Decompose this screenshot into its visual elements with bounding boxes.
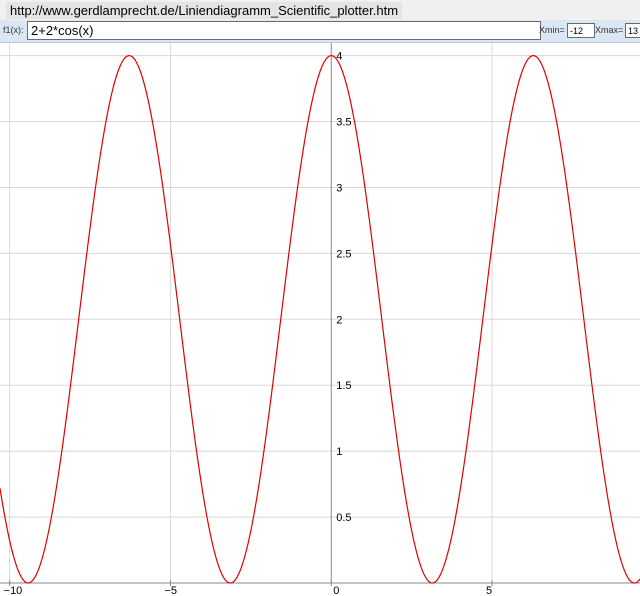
y-tick-label: 2.5 (336, 248, 351, 260)
browser-url-bar: http://www.gerdlamprecht.de/Liniendiagra… (0, 0, 640, 20)
y-tick-label: 3.5 (336, 117, 351, 129)
plotter-toolbar: f1(x): Xmin= Xmax= (0, 20, 640, 43)
xmax-input[interactable] (625, 23, 640, 38)
y-tick-label: 3 (336, 182, 342, 194)
x-tick-label: 5 (486, 585, 492, 596)
y-tick-label: 1.5 (336, 380, 351, 392)
f1-input[interactable] (27, 21, 541, 40)
plot-canvas[interactable]: −10 −5 0 50.511.522.533.54 (0, 43, 640, 596)
x-tick-label: 0 (333, 585, 339, 596)
y-tick-label: 0.5 (336, 512, 351, 524)
url-text[interactable]: http://www.gerdlamprecht.de/Liniendiagra… (6, 2, 403, 19)
xmin-input[interactable] (567, 23, 595, 38)
x-tick-label: −5 (164, 585, 177, 596)
xmin-label: Xmin= (539, 25, 565, 35)
f1-label: f1(x): (3, 25, 24, 35)
xmax-label: Xmax= (595, 25, 624, 35)
y-tick-label: 1 (336, 446, 342, 458)
y-tick-label: 2 (336, 314, 342, 326)
x-tick-label: −10 (4, 585, 23, 596)
